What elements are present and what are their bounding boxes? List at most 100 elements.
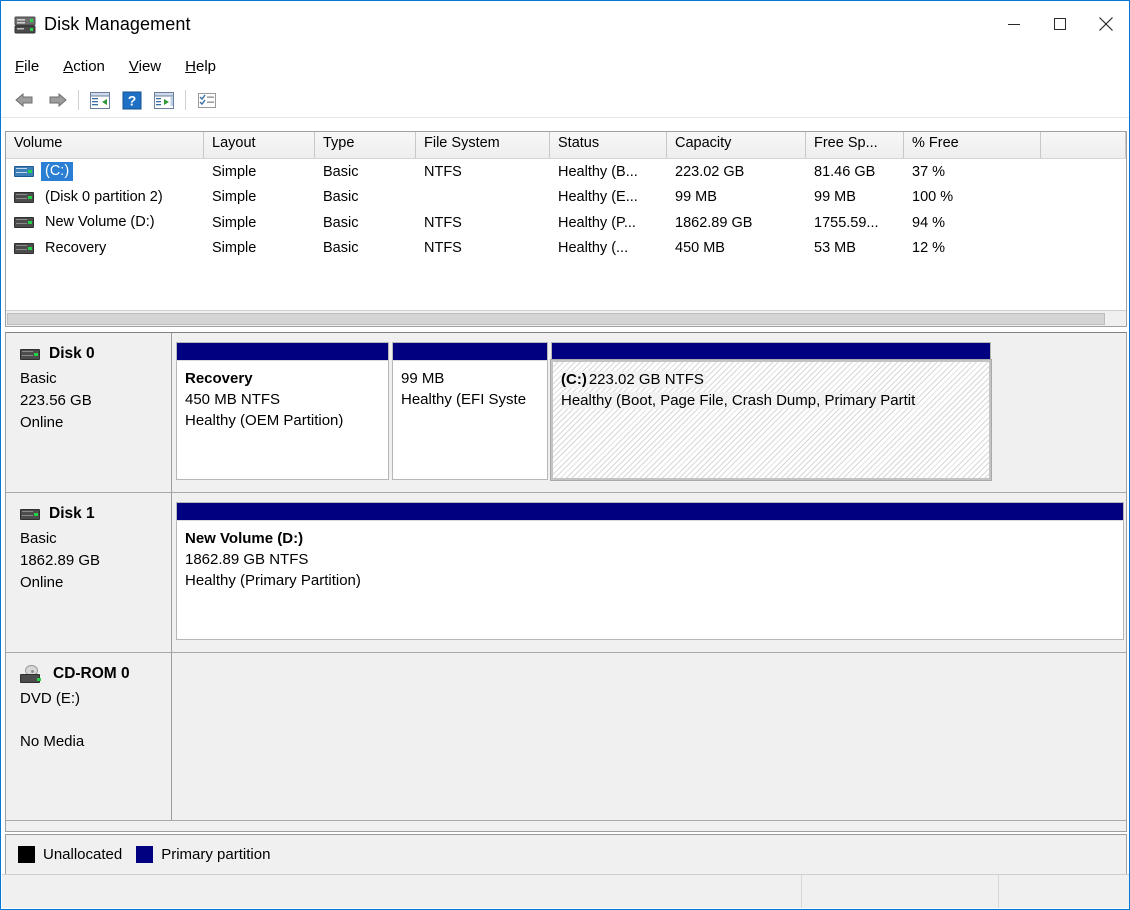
column-header-type[interactable]: Type <box>315 132 416 158</box>
scrollbar-thumb[interactable] <box>7 313 1105 325</box>
cell-status: Healthy (... <box>550 240 667 256</box>
disk-partitions <box>172 653 1126 820</box>
show-hide-action-pane-icon[interactable] <box>148 86 180 114</box>
disk-info-panel[interactable]: CD-ROM 0DVD (E:)No Media <box>6 653 172 820</box>
cell-capacity: 1862.89 GB <box>667 215 806 231</box>
drive-icon-selected <box>14 166 34 177</box>
cell-free-space: 81.46 GB <box>806 164 904 180</box>
table-row[interactable]: (Disk 0 partition 2) SimpleBasic Healthy (… <box>6 185 1126 211</box>
graphical-view: Disk 0Basic223.56 GBOnline Recovery 450 MB… <box>5 332 1127 832</box>
cell-volume: (C:) <box>6 162 204 181</box>
column-header-status[interactable]: Status <box>550 132 667 158</box>
menu-help[interactable]: Help <box>185 58 216 75</box>
back-icon[interactable] <box>9 86 41 114</box>
partition-status: Healthy (OEM Partition) <box>185 412 388 429</box>
legend-item: Primary partition <box>136 846 270 863</box>
partition-status: Healthy (Primary Partition) <box>185 572 1123 589</box>
column-header-volume[interactable]: Volume <box>6 132 204 158</box>
cell-layout: Simple <box>204 189 315 205</box>
disk-management-window: Disk Management File Action View Help <box>0 0 1130 910</box>
status-segment-3 <box>999 875 1130 908</box>
cell-type: Basic <box>315 189 416 205</box>
cell-volume: Recovery <box>6 239 204 258</box>
cell-status: Healthy (P... <box>550 215 667 231</box>
partition-size: 223.02 GB NTFS <box>589 371 706 388</box>
cell-file-system: NTFS <box>416 240 550 256</box>
partition-color-bar <box>176 502 1124 520</box>
cell-layout: Simple <box>204 215 315 231</box>
partition-size: 1862.89 GB NTFS <box>185 551 1123 568</box>
properties-icon[interactable] <box>191 86 223 114</box>
cell-type: Basic <box>315 215 416 231</box>
menu-file[interactable]: File <box>15 58 39 75</box>
toolbar-separator-2 <box>185 90 186 110</box>
drive-icon <box>20 349 40 360</box>
disk-info-panel[interactable]: Disk 0Basic223.56 GBOnline <box>6 333 172 492</box>
maximize-button[interactable] <box>1037 1 1083 47</box>
partition-block[interactable]: Recovery 450 MB NTFS Healthy (OEM Partitio… <box>176 342 389 480</box>
volume-list: VolumeLayoutTypeFile SystemStatusCapacit… <box>5 131 1127 327</box>
disk-management-icon <box>14 16 36 34</box>
disk-row[interactable]: CD-ROM 0DVD (E:)No Media <box>6 653 1126 821</box>
disk-row[interactable]: Disk 1Basic1862.89 GBOnlineNew Volume (D… <box>6 493 1126 653</box>
partition-title: Recovery <box>185 370 388 387</box>
partition-details: 99 MBHealthy (EFI Syste <box>392 360 548 480</box>
partition-block[interactable]: 99 MBHealthy (EFI Syste <box>392 342 548 480</box>
menu-label: ction <box>73 58 105 75</box>
partition-status: Healthy (Boot, Page File, Crash Dump, Pr… <box>561 392 917 409</box>
cell-free-space: 53 MB <box>806 240 904 256</box>
column-header-blank[interactable] <box>1041 132 1126 158</box>
forward-icon[interactable] <box>41 86 73 114</box>
volume-list-hscrollbar[interactable] <box>6 310 1126 326</box>
column-header-capacity[interactable]: Capacity <box>667 132 806 158</box>
cell-percent-free: 94 % <box>904 215 1041 231</box>
disk-title: Disk 1 <box>20 503 171 525</box>
menu-label: elp <box>196 58 216 75</box>
column-header-free-sp[interactable]: Free Sp... <box>806 132 904 158</box>
menu-label: ile <box>24 58 39 75</box>
menu-accel: V <box>129 58 139 75</box>
partition-color-bar <box>392 342 548 360</box>
drive-icon <box>20 509 40 520</box>
partition-block[interactable]: New Volume (D:) 1862.89 GB NTFS Healthy (P… <box>176 502 1124 640</box>
cell-capacity: 99 MB <box>667 189 806 205</box>
menu-action[interactable]: Action <box>63 58 105 75</box>
menu-accel: A <box>63 58 73 75</box>
window-controls <box>991 1 1129 47</box>
legend-item: Unallocated <box>18 846 122 863</box>
disk-size: 223.56 GB <box>20 392 171 409</box>
cell-layout: Simple <box>204 164 315 180</box>
column-header-file-system[interactable]: File System <box>416 132 550 158</box>
column-header-layout[interactable]: Layout <box>204 132 315 158</box>
cell-status: Healthy (B... <box>550 164 667 180</box>
partition-block[interactable]: (C:)223.02 GB NTFS Healthy (Boot, Page Fi… <box>551 342 991 480</box>
minimize-button[interactable] <box>991 1 1037 47</box>
cdrom-icon <box>20 665 44 683</box>
menu-view[interactable]: View <box>129 58 161 75</box>
cell-file-system: NTFS <box>416 215 550 231</box>
partition-title: New Volume (D:) <box>185 530 1123 547</box>
partition-size: 99 MB <box>401 370 547 387</box>
help-icon[interactable]: ? <box>116 86 148 114</box>
show-hide-console-tree-icon[interactable] <box>84 86 116 114</box>
legend-label: Unallocated <box>43 846 122 863</box>
toolbar-separator-1 <box>78 90 79 110</box>
table-row[interactable]: (C:)SimpleBasicNTFSHealthy (B...223.02 G… <box>6 159 1126 185</box>
disk-row[interactable]: Disk 0Basic223.56 GBOnline Recovery 450 MB… <box>6 333 1126 493</box>
cell-free-space: 1755.59... <box>806 215 904 231</box>
menu-accel: H <box>185 58 196 75</box>
disk-info-panel[interactable]: Disk 1Basic1862.89 GBOnline <box>6 493 172 652</box>
disk-name: CD-ROM 0 <box>53 665 130 683</box>
table-row[interactable]: RecoverySimpleBasicNTFSHealthy (...450 M… <box>6 236 1126 262</box>
table-row[interactable]: New Volume (D:)SimpleBasicNTFSHealthy (P… <box>6 210 1126 236</box>
disk-title: CD-ROM 0 <box>20 663 171 685</box>
close-button[interactable] <box>1083 1 1129 47</box>
partition-title: (C:) <box>561 371 589 388</box>
disk-status: Online <box>20 574 171 591</box>
column-header-free[interactable]: % Free <box>904 132 1041 158</box>
volume-name: (Disk 0 partition 2) <box>41 188 167 207</box>
status-segment-1 <box>2 875 802 908</box>
partition-size: 450 MB NTFS <box>185 391 388 408</box>
window-title: Disk Management <box>44 14 191 35</box>
cell-status: Healthy (E... <box>550 189 667 205</box>
